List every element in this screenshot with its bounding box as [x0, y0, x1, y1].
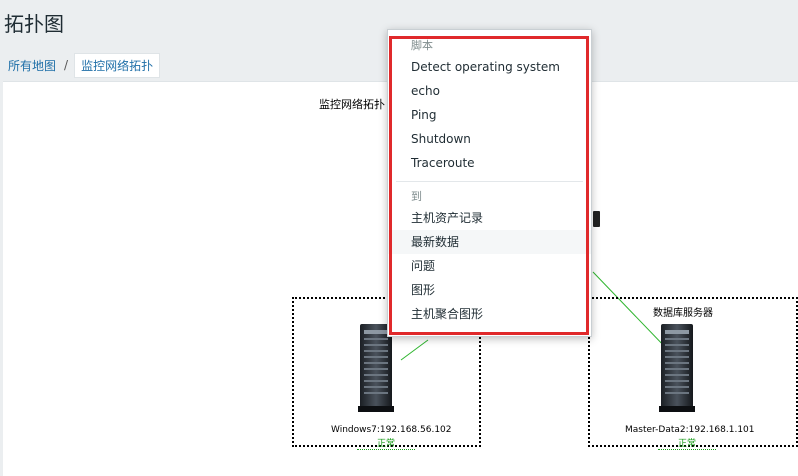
- menu-section-scripts: 脚本: [411, 39, 433, 52]
- menu-divider: [396, 181, 583, 182]
- breadcrumb-separator: /: [64, 58, 69, 72]
- server-icon[interactable]: [659, 322, 695, 412]
- menu-item-host-inventory[interactable]: 主机资产记录: [388, 206, 591, 230]
- menu-item-detect-os[interactable]: Detect operating system: [388, 55, 591, 79]
- breadcrumb-all-maps[interactable]: 所有地图: [0, 57, 64, 74]
- menu-item-graphs[interactable]: 图形: [388, 278, 591, 302]
- menu-item-ping[interactable]: Ping: [388, 103, 591, 127]
- menu-item-echo[interactable]: echo: [388, 79, 591, 103]
- host-context-menu: 脚本 Detect operating system echo Ping Shu…: [387, 29, 592, 337]
- page-title: 拓扑图: [4, 12, 64, 36]
- menu-section-goto: 到: [411, 190, 422, 203]
- breadcrumb: 所有地图 / 监控网络拓扑: [0, 50, 161, 80]
- menu-item-traceroute[interactable]: Traceroute: [388, 151, 591, 175]
- menu-item-host-screens[interactable]: 主机聚合图形: [388, 302, 591, 326]
- menu-item-problems[interactable]: 问题: [388, 254, 591, 278]
- host-label-database: Master-Data2:192.168.1.101: [625, 425, 755, 435]
- host-status-database: 正常: [658, 436, 717, 450]
- small-map-element-icon[interactable]: [593, 211, 600, 227]
- menu-item-latest-data[interactable]: 最新数据: [388, 230, 591, 254]
- host-status-windows7: 正常: [357, 436, 416, 450]
- menu-item-shutdown[interactable]: Shutdown: [388, 127, 591, 151]
- breadcrumb-current-map[interactable]: 监控网络拓扑: [74, 52, 161, 78]
- host-label-windows7: Windows7:192.168.56.102: [331, 425, 452, 435]
